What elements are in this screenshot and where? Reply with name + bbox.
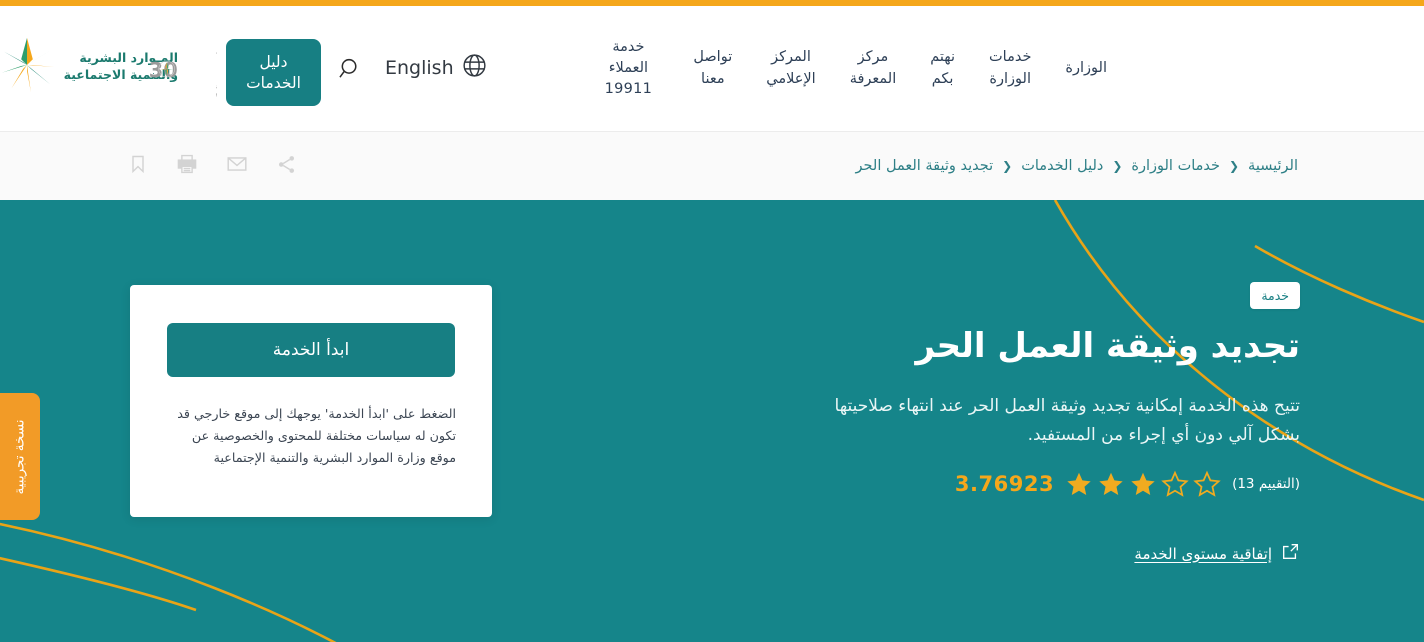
beta-version-tab[interactable]: نسخة تجريبية bbox=[0, 393, 40, 520]
star-filled-icon bbox=[1131, 472, 1155, 495]
svg-text:KINGDOM OF SAUDI ARABIA: KINGDOM OF SAUDI ARABIA bbox=[216, 93, 217, 99]
star-empty-icon bbox=[1161, 470, 1189, 497]
star-filled-icon bbox=[1099, 472, 1123, 495]
email-icon[interactable] bbox=[226, 153, 248, 179]
nav-item-media-center[interactable]: المركز الإعلامي bbox=[749, 47, 832, 89]
start-service-button[interactable]: ابدأ الخدمة bbox=[167, 323, 455, 377]
service-type-badge: خدمة bbox=[1250, 282, 1300, 309]
search-icon bbox=[338, 58, 364, 86]
ministry-starburst-logo-icon bbox=[0, 34, 58, 100]
breadcrumb-item-services-guide[interactable]: دليل الخدمات bbox=[1021, 158, 1103, 174]
sla-agreement-link[interactable]: إتفاقية مستوى الخدمة bbox=[1134, 542, 1300, 565]
vision-2030-logo[interactable]: رؤيــــة VISION 2 30 المملكة bbox=[86, 42, 287, 105]
breadcrumb-bar: الرئيسية ❮ خدمات الوزارة ❮ دليل الخدمات … bbox=[0, 131, 1424, 200]
search-button[interactable] bbox=[338, 56, 364, 86]
external-link-icon bbox=[1281, 542, 1300, 565]
nav-item-knowledge-center[interactable]: مركز المعرفة bbox=[833, 47, 914, 89]
service-rating: (التقييم 13) 3.76923 bbox=[955, 470, 1300, 498]
page-root: المـوارد البشرية والتنمية الاجتماعية الو… bbox=[0, 0, 1424, 642]
rating-value: 3.76923 bbox=[954, 472, 1055, 496]
services-guide-button[interactable]: دليل الخدمات bbox=[226, 39, 321, 106]
nav-item-contact-us[interactable]: تواصل معنا bbox=[676, 47, 749, 89]
nav-item-we-care[interactable]: نهتم بكم bbox=[913, 47, 972, 89]
language-toggle-label: English bbox=[385, 56, 454, 79]
rating-count-label: (التقييم 13) bbox=[1232, 476, 1300, 492]
breadcrumb-item-ministry-services[interactable]: خدمات الوزارة bbox=[1131, 158, 1220, 174]
language-toggle[interactable]: English bbox=[385, 52, 488, 83]
breadcrumb-separator: ❮ bbox=[1002, 159, 1013, 173]
service-description: تتيح هذه الخدمة إمكانية تجديد وثيقة العم… bbox=[834, 396, 1300, 446]
sla-link-label: إتفاقية مستوى الخدمة bbox=[1134, 544, 1272, 563]
globe-icon bbox=[461, 52, 488, 83]
site-header: المـوارد البشرية والتنمية الاجتماعية الو… bbox=[0, 6, 1424, 131]
breadcrumb-item-current: تجديد وثيقة العمل الحر bbox=[855, 158, 994, 174]
nav-item-ministry-services[interactable]: خدمات الوزارة bbox=[972, 47, 1048, 89]
share-icon[interactable] bbox=[276, 154, 297, 179]
svg-text:رؤيــــة: رؤيــــة bbox=[216, 45, 217, 57]
svg-text:2: 2 bbox=[125, 58, 126, 82]
hero-section: خدمة تجديد وثيقة العمل الحر تتيح هذه الخ… bbox=[0, 200, 1424, 642]
page-tools bbox=[128, 153, 297, 179]
nav-item-ministry[interactable]: الوزارة bbox=[1048, 58, 1124, 79]
star-empty-icon bbox=[1193, 470, 1221, 497]
nav-item-customer-service[interactable]: خدمة العملاء 19911 bbox=[580, 37, 676, 100]
svg-text:VISION: VISION bbox=[125, 46, 126, 57]
rating-stars[interactable] bbox=[1065, 470, 1221, 498]
breadcrumb: الرئيسية ❮ خدمات الوزارة ❮ دليل الخدمات … bbox=[856, 158, 1298, 174]
star-filled-icon bbox=[1067, 472, 1091, 495]
beta-version-label: نسخة تجريبية bbox=[11, 418, 28, 495]
breadcrumb-separator: ❮ bbox=[1228, 159, 1240, 173]
bookmark-icon[interactable] bbox=[128, 153, 148, 179]
main-navigation: الوزارة خدمات الوزارة نهتم بكم مركز المع… bbox=[580, 6, 1124, 131]
start-service-card: ابدأ الخدمة الضغط على 'ابدأ الخدمة' يوجه… bbox=[130, 285, 492, 517]
svg-text:المملكة العربية السعودية: المملكة العربية السعودية bbox=[216, 84, 217, 91]
breadcrumb-separator: ❮ bbox=[1112, 159, 1123, 173]
external-site-note: الضغط على 'ابدأ الخدمة' يوجهك إلى موقع خ… bbox=[177, 406, 456, 466]
print-icon[interactable] bbox=[176, 153, 198, 179]
page-title: تجديد وثيقة العمل الحر bbox=[915, 326, 1300, 366]
breadcrumb-item-home[interactable]: الرئيسية bbox=[1248, 158, 1298, 174]
